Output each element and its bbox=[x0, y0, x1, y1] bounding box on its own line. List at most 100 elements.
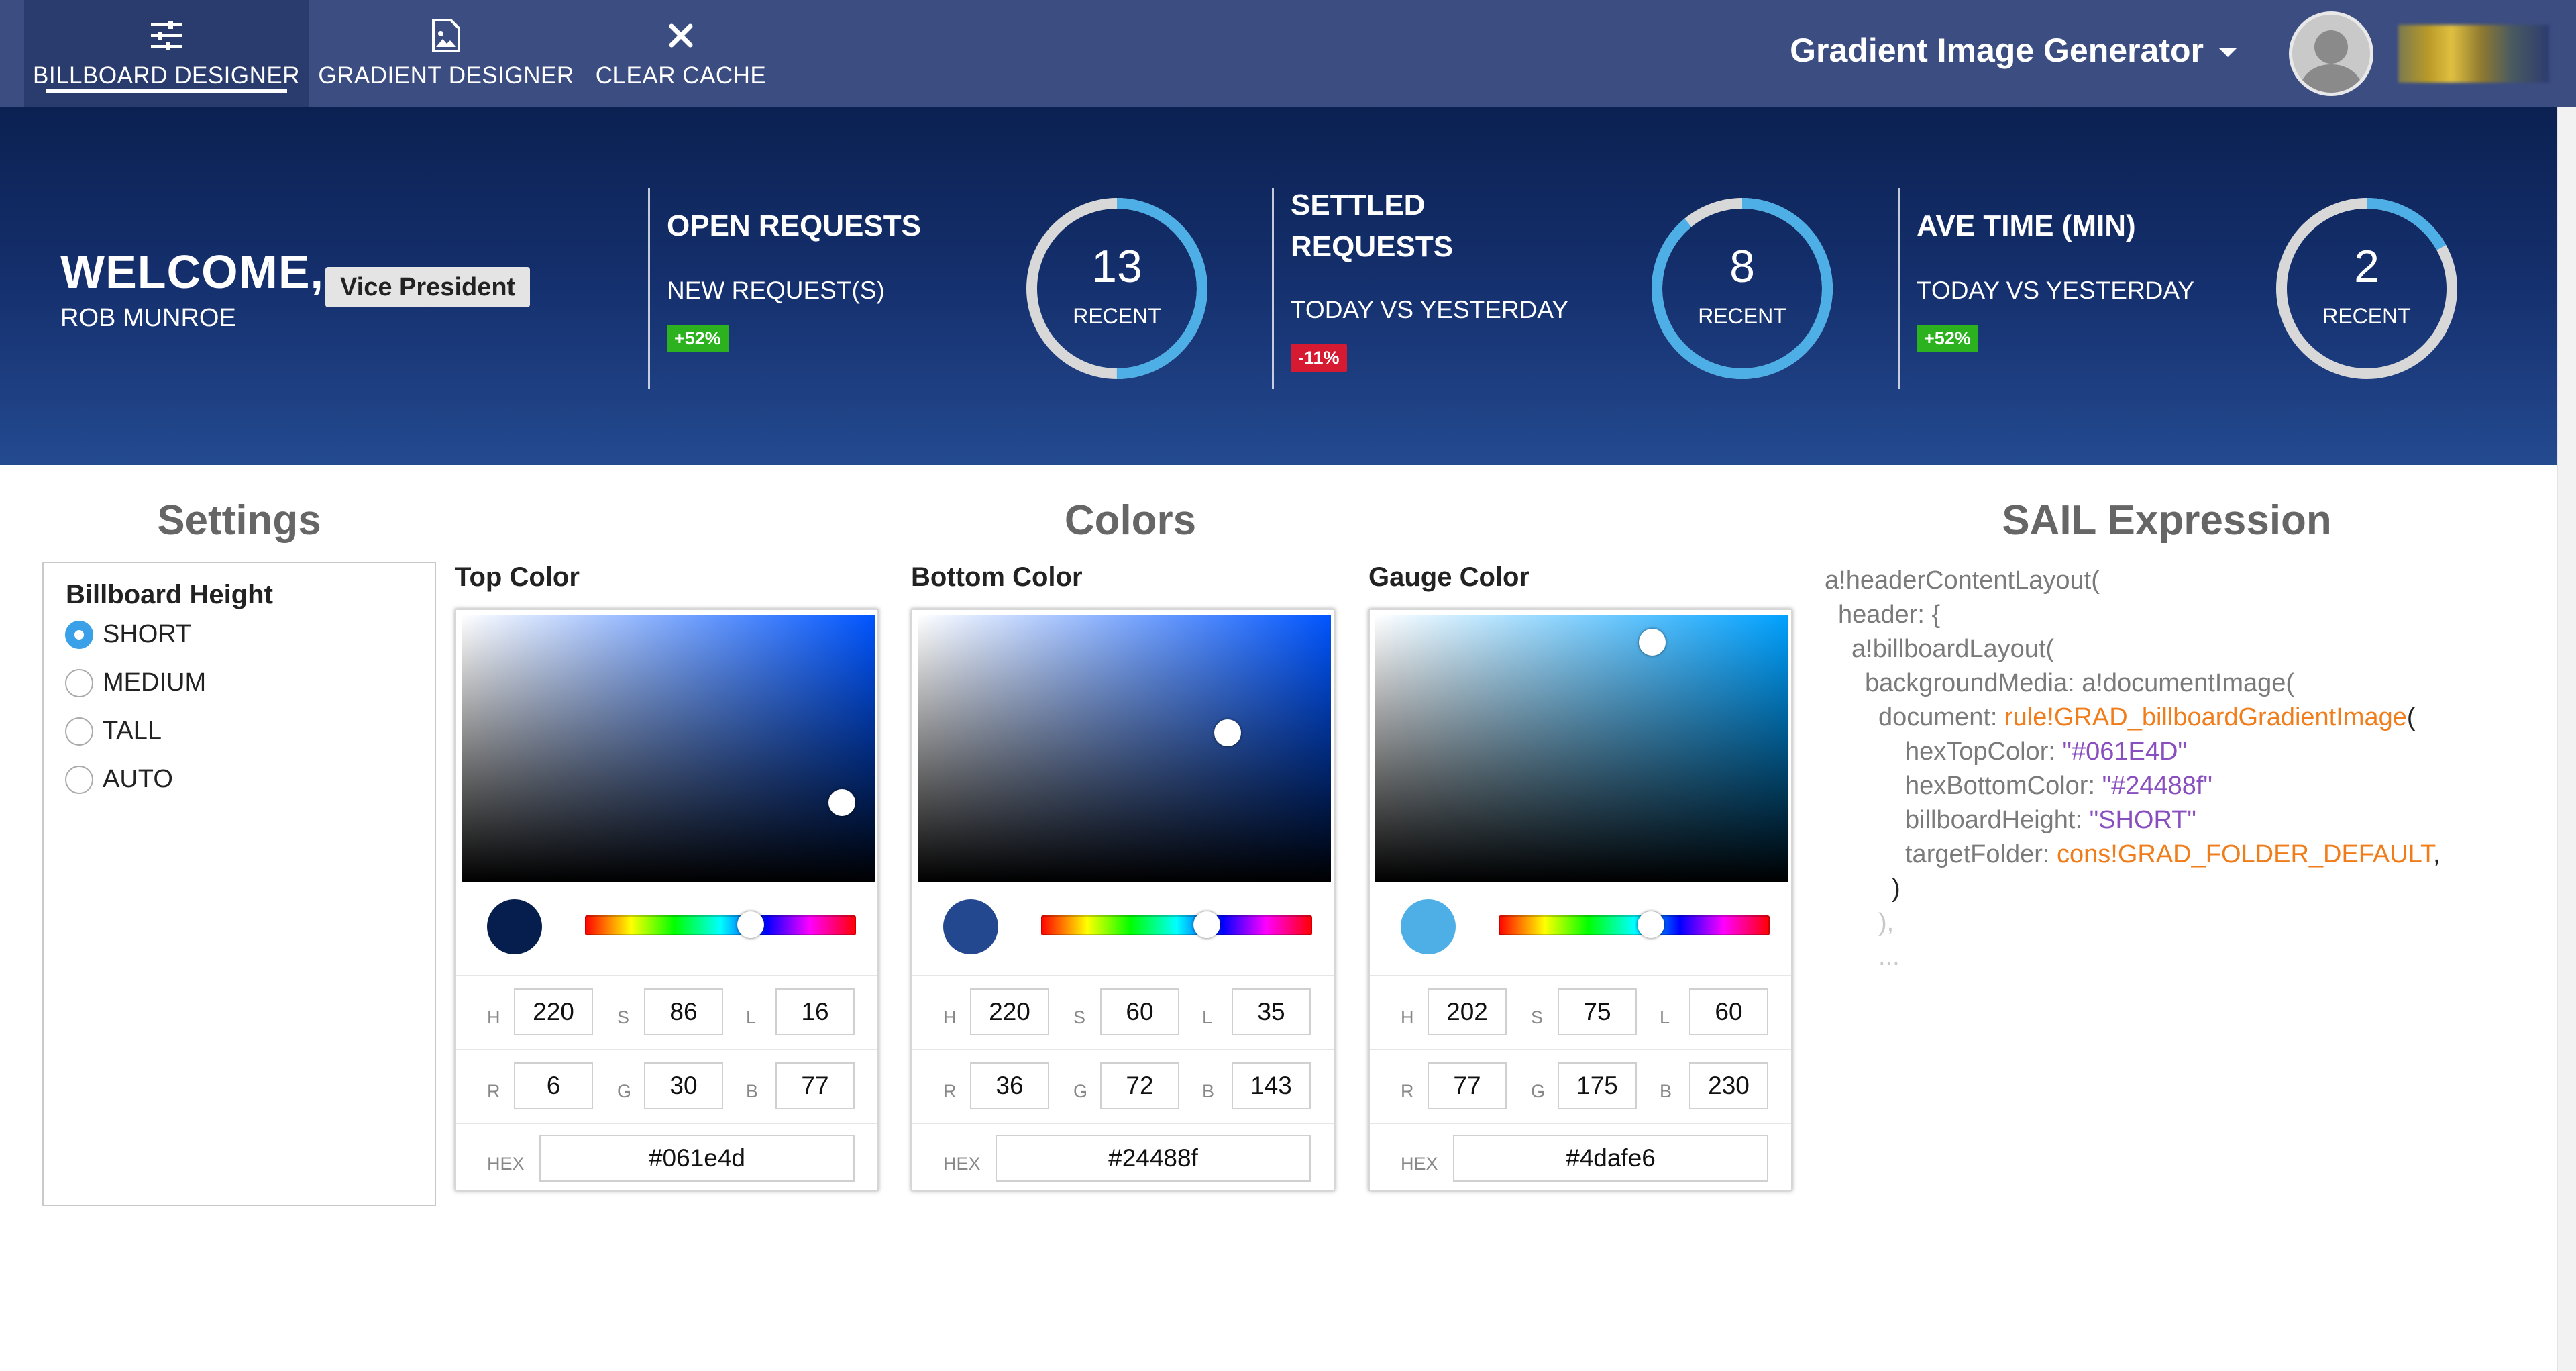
hue-slider[interactable] bbox=[1499, 915, 1770, 935]
hex-input[interactable]: #24488f bbox=[996, 1135, 1311, 1182]
color-selector-handle[interactable] bbox=[1214, 719, 1241, 747]
tab-clear-cache[interactable]: CLEAR CACHE bbox=[590, 0, 771, 107]
kpi-ave-time: AVE TIME (MIN) TODAY VS YESTERDAY +52% bbox=[1917, 205, 2194, 352]
close-icon bbox=[663, 18, 698, 53]
hue-slider[interactable] bbox=[585, 915, 856, 935]
code-token: a!headerContentLayout( bbox=[1825, 566, 2100, 595]
red-input[interactable]: 77 bbox=[1428, 1062, 1507, 1109]
green-input[interactable]: 175 bbox=[1558, 1062, 1637, 1109]
code-line: document: rule!GRAD_billboardGradientIma… bbox=[1825, 701, 2440, 735]
page-scrollbar[interactable] bbox=[2557, 107, 2576, 1371]
field-label: H bbox=[1401, 1007, 1414, 1027]
field-label: R bbox=[487, 1081, 500, 1101]
saturation-input[interactable]: 86 bbox=[644, 988, 723, 1035]
blue-input[interactable]: 77 bbox=[775, 1062, 855, 1109]
blue-input[interactable]: 143 bbox=[1232, 1062, 1311, 1109]
tab-label: GRADIENT DESIGNER bbox=[318, 62, 574, 89]
color-selector-handle[interactable] bbox=[828, 789, 855, 816]
color-selector-handle[interactable] bbox=[1638, 628, 1666, 656]
kpi-title-line1: SETTLED bbox=[1291, 189, 1426, 221]
radio-label: TALL bbox=[103, 717, 162, 745]
kpi-value-label: RECENT bbox=[1698, 304, 1786, 328]
field-label: HEX bbox=[943, 1154, 981, 1174]
code-line: a!billboardLayout( bbox=[1825, 632, 2440, 666]
code-token: hexTopColor: bbox=[1905, 738, 2063, 766]
kpi-change-badge: +52% bbox=[667, 325, 729, 352]
bottom-color-picker: H 220 S 60 L 35 R 36 G 72 B 143 HEX #24488f bbox=[911, 609, 1335, 1191]
field-label: B bbox=[746, 1081, 759, 1101]
radio-button[interactable] bbox=[65, 717, 93, 746]
hue-slider-handle[interactable] bbox=[737, 911, 764, 938]
radio-label: AUTO bbox=[103, 765, 173, 793]
kpi-value-label: RECENT bbox=[2322, 304, 2411, 328]
lightness-input[interactable]: 60 bbox=[1689, 988, 1768, 1035]
saturation-value-area[interactable] bbox=[918, 615, 1331, 882]
rgb-row bbox=[1370, 1049, 1791, 1050]
role-badge: Vice President bbox=[325, 267, 531, 307]
green-input[interactable]: 72 bbox=[1100, 1062, 1179, 1109]
lightness-input[interactable]: 35 bbox=[1232, 988, 1311, 1035]
kpi-subtitle: TODAY VS YESTERDAY bbox=[1291, 296, 1568, 323]
code-line: backgroundMedia: a!documentImage( bbox=[1825, 666, 2440, 701]
bottom-color-label: Bottom Color bbox=[911, 562, 1083, 592]
field-label: L bbox=[1660, 1007, 1670, 1027]
active-tab-indicator bbox=[46, 89, 287, 93]
image-icon bbox=[429, 18, 464, 53]
hex-input[interactable]: #4dafe6 bbox=[1453, 1135, 1768, 1182]
gradient-preview-thumbnail[interactable] bbox=[2398, 25, 2549, 83]
hsl-row bbox=[1370, 975, 1791, 976]
user-name: ROB MUNROE bbox=[60, 304, 236, 332]
saturation-value-area[interactable] bbox=[462, 615, 875, 882]
sail-expression-title: SAIL Expression bbox=[2002, 497, 2332, 544]
kpi-divider bbox=[1898, 188, 1900, 389]
kpi-title-line2: REQUESTS bbox=[1291, 230, 1454, 263]
radio-auto[interactable]: AUTO bbox=[65, 765, 173, 794]
saturation-input[interactable]: 60 bbox=[1100, 988, 1179, 1035]
field-label: G bbox=[1073, 1081, 1088, 1101]
tab-billboard-designer[interactable]: BILLBOARD DESIGNER bbox=[24, 0, 309, 107]
avatar[interactable] bbox=[2289, 11, 2373, 96]
field-label: R bbox=[943, 1081, 957, 1101]
red-input[interactable]: 6 bbox=[514, 1062, 593, 1109]
hue-slider[interactable] bbox=[1041, 915, 1312, 935]
tab-label: CLEAR CACHE bbox=[595, 62, 767, 89]
radio-medium[interactable]: MEDIUM bbox=[65, 668, 206, 697]
tab-gradient-designer[interactable]: GRADIENT DESIGNER bbox=[315, 0, 577, 107]
radio-tall[interactable]: TALL bbox=[65, 717, 162, 746]
radio-label: SHORT bbox=[103, 620, 192, 648]
radio-button[interactable] bbox=[65, 668, 93, 697]
hue-slider-handle[interactable] bbox=[1637, 911, 1664, 938]
code-line: ) bbox=[1825, 872, 2440, 906]
hue-input[interactable]: 220 bbox=[514, 988, 593, 1035]
colors-title: Colors bbox=[1064, 497, 1197, 544]
app-title-dropdown[interactable]: Gradient Image Generator bbox=[1790, 31, 2237, 70]
field-label: HEX bbox=[1401, 1154, 1438, 1174]
code-line: hexTopColor: "#061E4D" bbox=[1825, 735, 2440, 769]
radio-button-checked[interactable] bbox=[65, 620, 93, 649]
code-token: ) bbox=[1892, 874, 1900, 903]
field-label: G bbox=[1531, 1081, 1546, 1101]
radio-button[interactable] bbox=[65, 765, 93, 794]
saturation-input[interactable]: 75 bbox=[1558, 988, 1637, 1035]
kpi-value: 13 bbox=[1091, 241, 1142, 292]
hue-slider-handle[interactable] bbox=[1193, 911, 1220, 938]
radio-short[interactable]: SHORT bbox=[65, 620, 191, 649]
billboard-header: WELCOME, ROB MUNROE Vice President OPEN … bbox=[0, 107, 2557, 465]
code-token: "#24488f" bbox=[2102, 772, 2212, 800]
green-input[interactable]: 30 bbox=[644, 1062, 723, 1109]
kpi-value: 2 bbox=[2354, 241, 2379, 292]
field-label: B bbox=[1202, 1081, 1215, 1101]
code-line: hexBottomColor: "#24488f" bbox=[1825, 769, 2440, 803]
billboard-height-label: Billboard Height bbox=[66, 580, 273, 609]
app-title: Gradient Image Generator bbox=[1790, 32, 2204, 69]
hue-input[interactable]: 220 bbox=[970, 988, 1049, 1035]
saturation-value-area[interactable] bbox=[1375, 615, 1788, 882]
code-line: a!headerContentLayout( bbox=[1825, 564, 2440, 598]
lightness-input[interactable]: 16 bbox=[775, 988, 855, 1035]
blue-input[interactable]: 230 bbox=[1689, 1062, 1768, 1109]
hue-input[interactable]: 202 bbox=[1428, 988, 1507, 1035]
hex-input[interactable]: #061e4d bbox=[539, 1135, 855, 1182]
kpi-value-label: RECENT bbox=[1073, 304, 1161, 328]
red-input[interactable]: 36 bbox=[970, 1062, 1049, 1109]
code-token: ... bbox=[1878, 943, 1900, 971]
